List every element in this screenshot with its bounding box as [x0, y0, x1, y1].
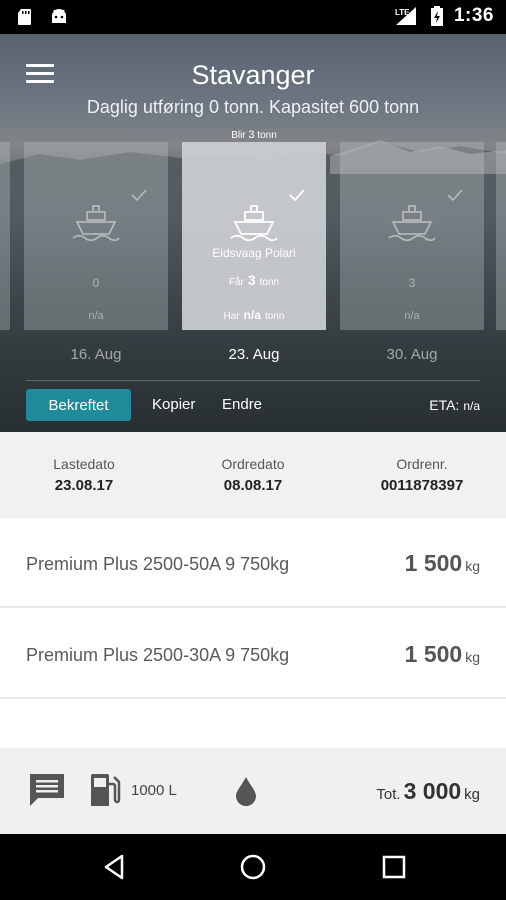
total-weight: Tot. 3 000 kg: [376, 778, 480, 804]
fuel-amount: 1000 L: [131, 782, 177, 799]
home-icon[interactable]: [238, 852, 268, 882]
card-har: n/a: [88, 310, 104, 322]
product-row[interactable]: Premium Plus 2500-30A 9 750kg 1 500 kg: [0, 609, 506, 699]
date-label[interactable]: 30. Aug: [340, 346, 484, 363]
delivery-card-selected[interactable]: Eidsvaag Polari Får 3 tonn Har n/a tonn: [182, 142, 326, 330]
card-value: 3: [408, 276, 416, 290]
product-qty: 1 500 kg: [404, 641, 480, 667]
system-navbar: [0, 834, 506, 900]
android-icon: [52, 9, 66, 23]
ship-icon: [388, 205, 436, 242]
message-icon[interactable]: [28, 772, 66, 808]
order-info: Lastedato 23.08.17 Ordredato 08.08.17 Or…: [0, 432, 506, 518]
fuel-icon[interactable]: [89, 772, 121, 808]
bekreftet-button[interactable]: Bekreftet: [26, 389, 131, 421]
signal-icon: LTE: [395, 7, 416, 25]
ordrenr: Ordrenr. 0011878397: [380, 456, 464, 494]
delivery-card[interactable]: 3 n/a: [340, 142, 484, 330]
sd-card-icon: [18, 9, 31, 25]
recents-icon[interactable]: [379, 852, 409, 882]
check-icon: [447, 189, 463, 202]
date-label[interactable]: 16. Aug: [24, 346, 168, 363]
ship-icon: [72, 205, 120, 242]
kopier-button[interactable]: Kopier: [152, 396, 195, 413]
card-value: 0: [92, 276, 100, 290]
product-qty: 1 500 kg: [404, 550, 480, 576]
ship-name: Eidsvaag Polari: [212, 246, 296, 260]
clock: 1:36: [453, 5, 494, 26]
product-row[interactable]: Premium Plus 2500-50A 9 750kg 1 500 kg: [0, 518, 506, 608]
card-har: n/a: [404, 310, 420, 322]
summary-bar: 1000 L Tot. 3 000 kg: [0, 748, 506, 834]
delivery-card-edge-left[interactable]: [0, 142, 10, 330]
delivery-card-edge-right[interactable]: [496, 142, 506, 330]
endre-button[interactable]: Endre: [222, 396, 262, 413]
eta-display: ETA: n/a: [429, 397, 480, 413]
delivery-card[interactable]: 0 n/a: [24, 142, 168, 330]
date-label-selected[interactable]: 23. Aug: [182, 346, 326, 363]
page-title: Stavanger: [191, 60, 315, 90]
hero-panel: Stavanger Daglig utføring 0 tonn. Kapasi…: [0, 34, 506, 432]
back-icon[interactable]: [100, 852, 130, 882]
product-name: Premium Plus 2500-50A 9 750kg: [26, 554, 290, 574]
ship-icon: [230, 205, 278, 242]
ordredato: Ordredato 08.08.17: [221, 456, 285, 494]
water-drop-icon[interactable]: [234, 776, 258, 806]
svg-text:LTE: LTE: [395, 8, 410, 17]
status-bar: LTE 1:36: [0, 0, 506, 34]
capacity-subtitle: Daglig utføring 0 tonn. Kapasitet 600 to…: [86, 97, 420, 117]
divider: [26, 380, 480, 381]
blir-label: Blir 3 tonn: [231, 129, 277, 141]
product-name: Premium Plus 2500-30A 9 750kg: [26, 645, 290, 665]
check-icon: [131, 189, 147, 202]
har-row: Har n/a tonn: [223, 308, 285, 322]
lastedato: Lastedato 23.08.17: [53, 456, 115, 494]
check-icon: [289, 189, 305, 202]
faar-row: Får 3 tonn: [228, 272, 280, 288]
battery-charging-icon: [430, 6, 443, 26]
